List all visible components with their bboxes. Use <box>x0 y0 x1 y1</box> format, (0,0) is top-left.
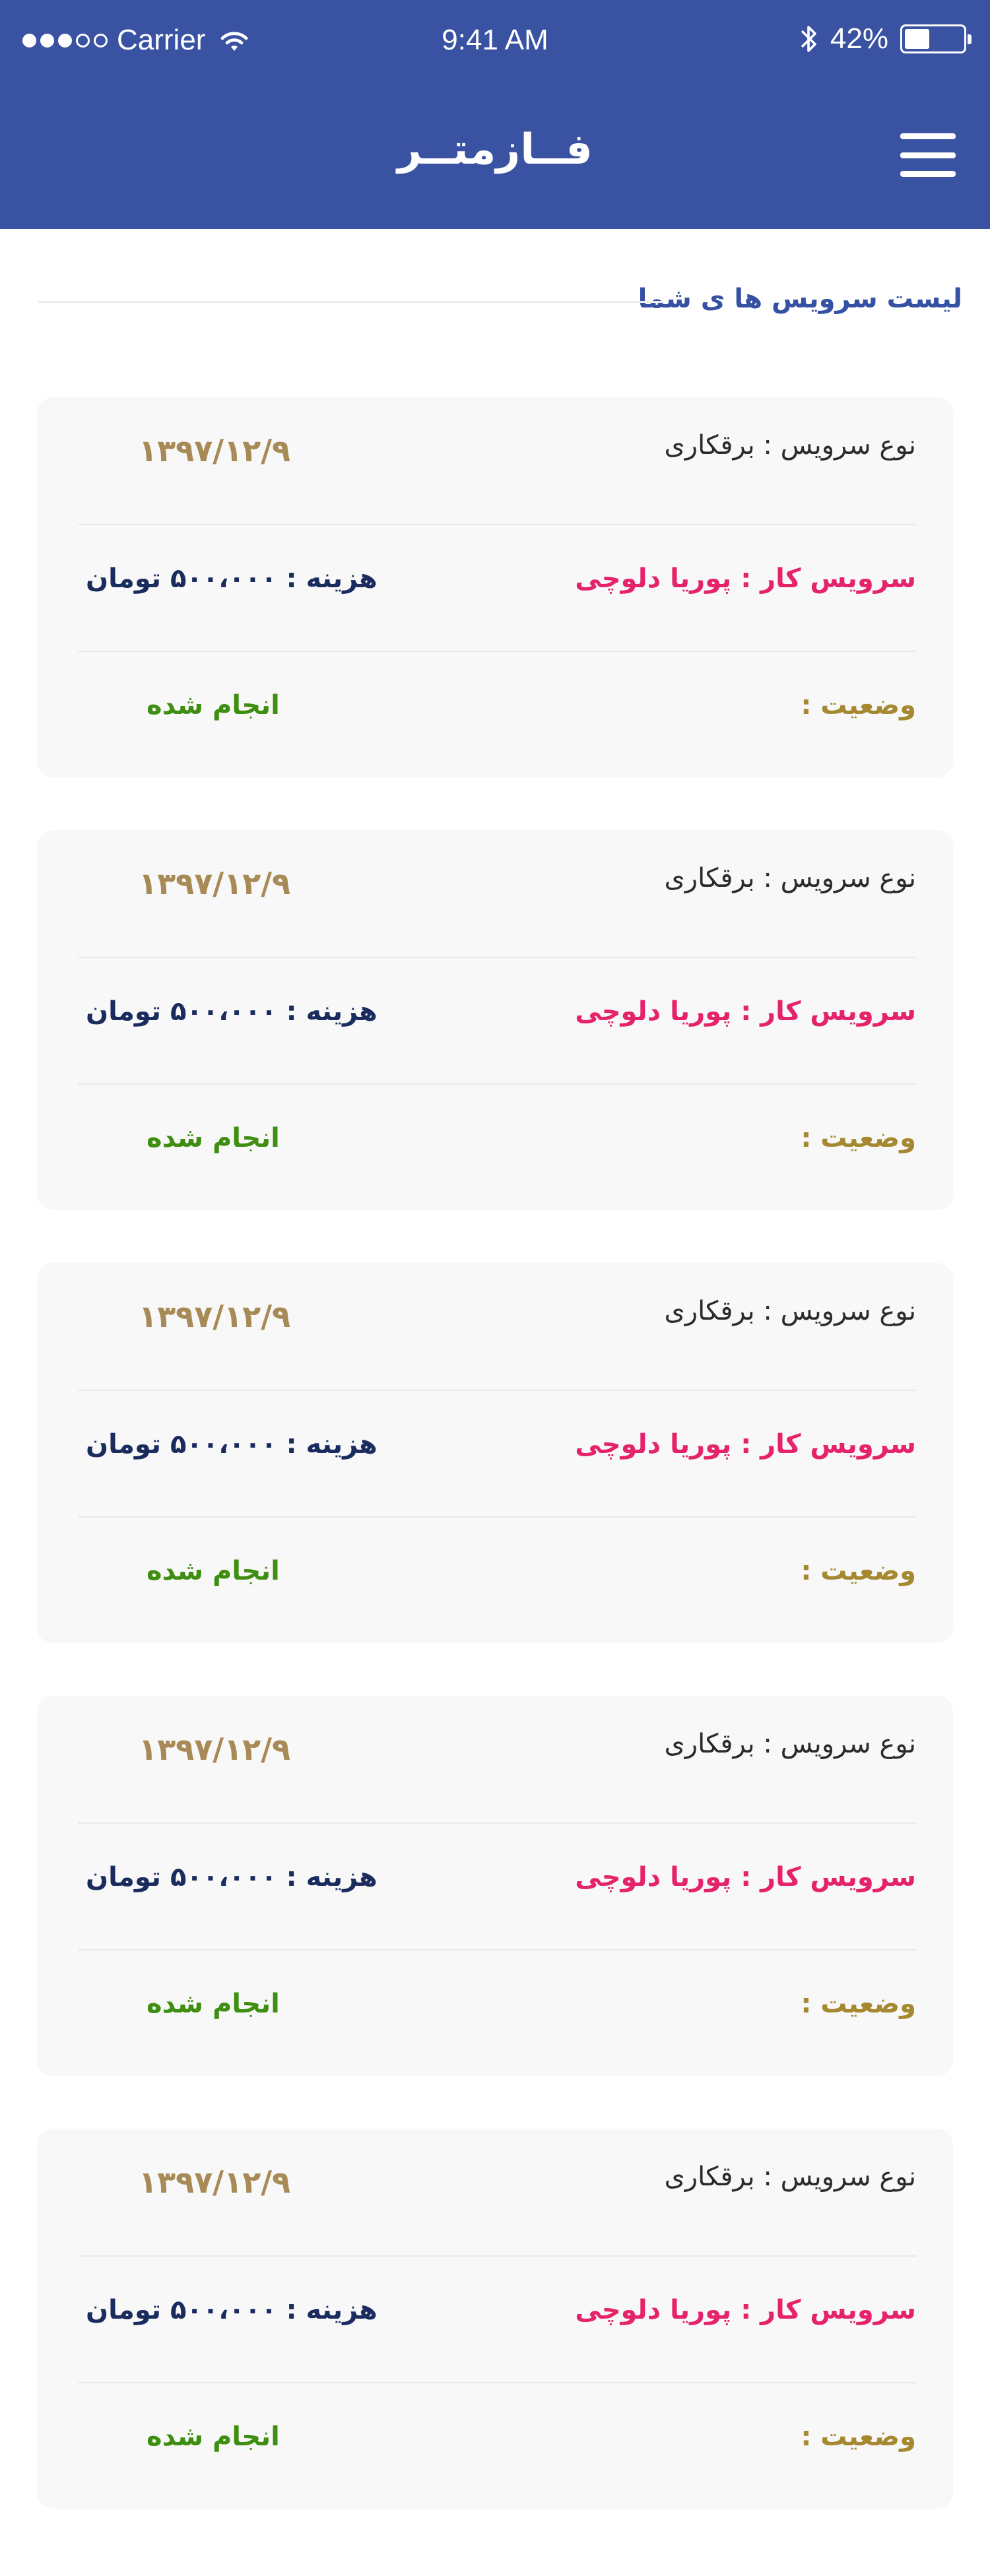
service-row-technician: سرویس کار : پوریا دلوچی هزینه : ۵۰۰،۰۰۰ … <box>78 524 916 651</box>
section-divider <box>38 301 664 303</box>
service-cost: هزینه : ۵۰۰،۰۰۰ تومان <box>86 996 378 1027</box>
app-title: فــازمتــر <box>397 125 593 174</box>
service-status-value: انجام شده <box>147 1989 280 2019</box>
service-status-label: وضعیت : <box>801 1989 916 2019</box>
service-card[interactable]: نوع سرویس : برقکاری ۱۳۹۷/۱۲/۹ سرویس کار … <box>37 1696 953 2076</box>
service-row-type: نوع سرویس : برقکاری ۱۳۹۷/۱۲/۹ <box>78 397 916 524</box>
service-type: نوع سرویس : برقکاری <box>664 863 916 893</box>
service-type: نوع سرویس : برقکاری <box>664 430 916 461</box>
service-status-value: انجام شده <box>147 690 280 721</box>
service-row-status: وضعیت : انجام شده <box>78 2382 916 2509</box>
service-technician: سرویس کار : پوریا دلوچی <box>575 1429 916 1460</box>
service-technician: سرویس کار : پوریا دلوچی <box>575 2295 916 2325</box>
service-technician: سرویس کار : پوریا دلوچی <box>575 564 916 594</box>
service-date: ۱۳۹۷/۱۲/۹ <box>139 1299 291 1334</box>
service-cost: هزینه : ۵۰۰،۰۰۰ تومان <box>86 564 378 594</box>
service-row-technician: سرویس کار : پوریا دلوچی هزینه : ۵۰۰،۰۰۰ … <box>78 957 916 1083</box>
service-row-type: نوع سرویس : برقکاری ۱۳۹۷/۱۲/۹ <box>78 2129 916 2255</box>
service-type: نوع سرویس : برقکاری <box>664 1296 916 1326</box>
section-header: لیست سرویس ها ی شما <box>38 284 962 323</box>
battery-level <box>905 29 929 49</box>
service-card[interactable]: نوع سرویس : برقکاری ۱۳۹۷/۱۲/۹ سرویس کار … <box>37 397 953 777</box>
status-right: 42% <box>799 22 972 55</box>
service-status-label: وضعیت : <box>801 1556 916 1586</box>
service-row-status: وضعیت : انجام شده <box>78 651 916 777</box>
hamburger-menu-icon[interactable] <box>900 133 956 177</box>
service-technician: سرویس کار : پوریا دلوچی <box>575 1862 916 1892</box>
service-card[interactable]: نوع سرویس : برقکاری ۱۳۹۷/۱۲/۹ سرویس کار … <box>37 1263 953 1643</box>
status-bar: Carrier 9:41 AM 42% <box>0 0 990 82</box>
service-status-value: انجام شده <box>147 1556 280 1586</box>
service-row-technician: سرویس کار : پوریا دلوچی هزینه : ۵۰۰،۰۰۰ … <box>78 1390 916 1516</box>
service-date: ۱۳۹۷/۱۲/۹ <box>139 866 291 901</box>
service-row-status: وضعیت : انجام شده <box>78 1949 916 2076</box>
service-status-label: وضعیت : <box>801 2422 916 2452</box>
service-status-value: انجام شده <box>147 1123 280 1153</box>
service-card[interactable]: نوع سرویس : برقکاری ۱۳۹۷/۱۲/۹ سرویس کار … <box>37 830 953 1210</box>
service-date: ۱۳۹۷/۱۲/۹ <box>139 433 291 468</box>
service-date: ۱۳۹۷/۱۲/۹ <box>139 1731 291 1767</box>
section-title: لیست سرویس ها ی شما <box>638 284 962 314</box>
service-row-type: نوع سرویس : برقکاری ۱۳۹۷/۱۲/۹ <box>78 1696 916 1822</box>
service-status-label: وضعیت : <box>801 1123 916 1153</box>
service-technician: سرویس کار : پوریا دلوچی <box>575 996 916 1027</box>
service-cost: هزینه : ۵۰۰،۰۰۰ تومان <box>86 1862 378 1892</box>
battery-icon <box>900 24 972 53</box>
service-row-status: وضعیت : انجام شده <box>78 1516 916 1643</box>
battery-percent: 42% <box>830 22 888 55</box>
service-row-status: وضعیت : انجام شده <box>78 1083 916 1210</box>
service-type: نوع سرویس : برقکاری <box>664 1729 916 1759</box>
service-date: ۱۳۹۷/۱۲/۹ <box>139 2164 291 2200</box>
service-cost: هزینه : ۵۰۰،۰۰۰ تومان <box>86 1429 378 1460</box>
service-row-type: نوع سرویس : برقکاری ۱۳۹۷/۱۲/۹ <box>78 1263 916 1390</box>
service-row-technician: سرویس کار : پوریا دلوچی هزینه : ۵۰۰،۰۰۰ … <box>78 2255 916 2382</box>
service-status-value: انجام شده <box>147 2422 280 2452</box>
service-status-label: وضعیت : <box>801 690 916 721</box>
bluetooth-icon <box>801 26 816 52</box>
service-card[interactable]: نوع سرویس : برقکاری ۱۳۹۷/۱۲/۹ سرویس کار … <box>37 2129 953 2509</box>
service-type: نوع سرویس : برقکاری <box>664 2162 916 2192</box>
app-header: Carrier 9:41 AM 42% فــازمتــر <box>0 0 990 229</box>
service-row-type: نوع سرویس : برقکاری ۱۳۹۷/۱۲/۹ <box>78 830 916 957</box>
service-cost: هزینه : ۵۰۰،۰۰۰ تومان <box>86 2295 378 2325</box>
service-row-technician: سرویس کار : پوریا دلوچی هزینه : ۵۰۰،۰۰۰ … <box>78 1822 916 1949</box>
